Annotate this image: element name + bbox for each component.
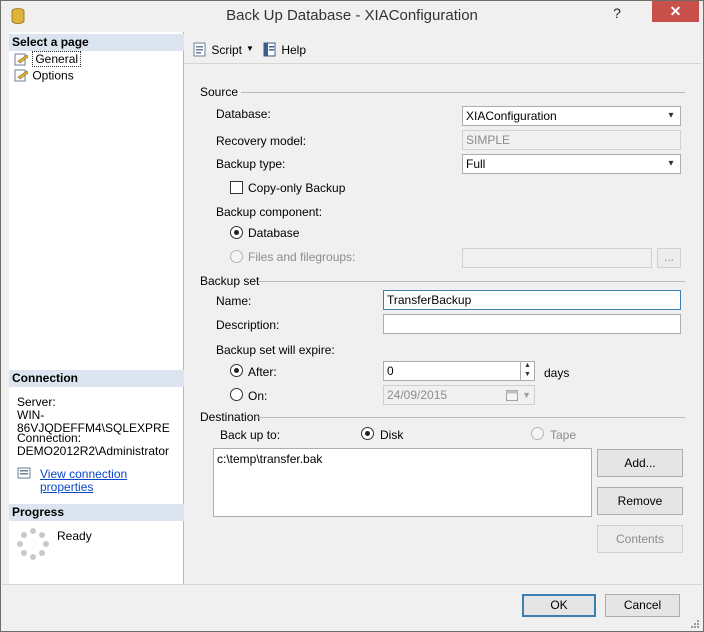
copy-only-label: Copy-only Backup (248, 181, 346, 195)
component-files-radio[interactable] (230, 250, 243, 263)
backup-database-dialog: Back Up Database - XIAConfiguration ? ✕ … (0, 0, 704, 632)
files-browse-button[interactable]: ... (657, 248, 681, 268)
copy-only-checkbox[interactable] (230, 181, 243, 194)
description-label: Description: (216, 318, 280, 332)
expire-on-date[interactable]: 24/09/2015 ▼ (383, 385, 535, 405)
left-pane: Select a page General Options Connection… (9, 32, 184, 584)
recovery-model-field: SIMPLE (462, 130, 681, 150)
days-label: days (544, 366, 570, 380)
cancel-button[interactable]: Cancel (605, 594, 680, 617)
view-connection-properties-link[interactable]: View connection properties (40, 468, 183, 494)
script-icon (193, 42, 206, 57)
expire-on-value: 24/09/2015 (387, 388, 448, 402)
help-icon (263, 42, 276, 57)
expire-after-radio[interactable] (230, 364, 243, 377)
files-filegroups-field (462, 248, 652, 268)
dialog-footer: OK Cancel (2, 584, 702, 631)
list-item[interactable]: c:\temp\transfer.bak (217, 452, 588, 466)
tape-radio[interactable] (531, 427, 544, 440)
database-label: Database: (216, 107, 271, 121)
progress-header: Progress (9, 504, 184, 521)
connection-properties-icon (17, 467, 31, 479)
expire-on-radio[interactable] (230, 388, 243, 401)
description-input[interactable] (383, 314, 681, 334)
disk-label: Disk (380, 428, 404, 442)
tape-label: Tape (550, 428, 577, 442)
calendar-icon (506, 390, 518, 401)
expire-on-label: On: (248, 389, 268, 403)
destination-header: Destination (200, 410, 261, 424)
toolbar: Script ▼ Help (184, 32, 701, 64)
connection-value: DEMO2012R2\Administrator (17, 444, 170, 458)
source-divider (241, 92, 685, 93)
date-dropdown-icon: ▼ (522, 390, 531, 400)
expire-after-spinner[interactable]: ▲ ▼ (520, 361, 534, 381)
destination-list[interactable]: c:\temp\transfer.bak (213, 448, 592, 517)
spin-up-icon[interactable]: ▲ (521, 361, 534, 370)
script-label: Script (211, 42, 243, 57)
chevron-down-icon: ▾ (668, 110, 674, 121)
backup-type-combo[interactable]: Full ▾ (462, 154, 681, 174)
title-bar: Back Up Database - XIAConfiguration ? ✕ (1, 1, 703, 31)
expire-label: Backup set will expire: (216, 343, 335, 357)
resize-grip-icon[interactable] (690, 619, 700, 629)
recovery-model-label: Recovery model: (216, 134, 307, 148)
backup-type-value: Full (466, 157, 486, 171)
component-database-radio[interactable] (230, 226, 243, 239)
general-page-content: Source Database: XIAConfiguration ▾ Reco… (184, 64, 701, 584)
database-value: XIAConfiguration (466, 109, 557, 123)
help-button[interactable]: Help (262, 40, 306, 58)
component-files-label: Files and filegroups: (248, 250, 356, 264)
expire-after-value: 0 (387, 364, 394, 378)
backup-set-divider (258, 281, 685, 282)
expire-after-input[interactable]: 0 ▲ ▼ (383, 361, 535, 381)
component-database-label: Database (248, 226, 300, 240)
destination-divider (257, 417, 685, 418)
expire-after-label: After: (248, 365, 277, 379)
database-combo[interactable]: XIAConfiguration ▾ (462, 106, 681, 126)
select-page-header: Select a page (9, 34, 184, 51)
title-help-button[interactable]: ? (595, 1, 639, 25)
ok-button[interactable]: OK (522, 594, 596, 617)
progress-spinner-icon (17, 528, 49, 560)
contents-button[interactable]: Contents (597, 525, 683, 553)
source-header: Source (200, 85, 239, 99)
remove-button[interactable]: Remove (597, 487, 683, 515)
name-input[interactable]: TransferBackup (383, 290, 681, 310)
backup-component-label: Backup component: (216, 205, 323, 219)
chevron-down-icon: ▾ (668, 158, 674, 169)
page-item-general-label: General (32, 51, 82, 68)
page-general-icon (14, 53, 29, 66)
script-button[interactable]: Script (192, 40, 242, 58)
spin-down-icon[interactable]: ▼ (521, 370, 534, 379)
progress-status: Ready (57, 529, 92, 543)
backup-set-header: Backup set (200, 274, 260, 288)
help-label: Help (281, 42, 307, 57)
add-button[interactable]: Add... (597, 449, 683, 477)
script-dropdown-arrow[interactable]: ▼ (246, 40, 254, 58)
close-button[interactable]: ✕ (652, 1, 699, 22)
name-label: Name: (216, 294, 252, 308)
page-item-general[interactable]: General (13, 51, 82, 68)
disk-radio[interactable] (361, 427, 374, 440)
connection-header: Connection (9, 370, 184, 387)
back-up-to-label: Back up to: (220, 428, 281, 442)
page-item-options-label: Options (32, 68, 74, 83)
backup-type-label: Backup type: (216, 157, 286, 171)
page-item-options[interactable]: Options (13, 68, 74, 83)
page-options-icon (14, 69, 29, 82)
